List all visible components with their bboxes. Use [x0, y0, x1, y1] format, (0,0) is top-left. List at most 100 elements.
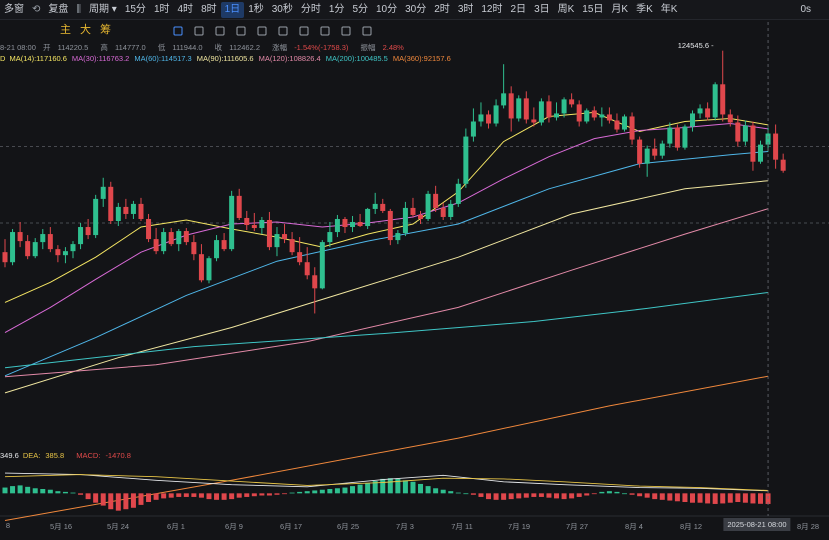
- tab-large[interactable]: 大: [80, 21, 91, 37]
- macd-bar: [569, 493, 575, 499]
- macd-bar: [108, 493, 114, 510]
- candle-body: [153, 239, 159, 252]
- candle-body: [282, 234, 288, 240]
- macd-bar: [644, 493, 650, 498]
- ohlc-close: 收 112462.2: [215, 43, 265, 52]
- x-tick-label: 7月 19: [507, 522, 531, 531]
- candle-body: [554, 113, 560, 118]
- macd-bar: [637, 493, 643, 497]
- candle-body: [538, 101, 544, 123]
- candle-body: [637, 139, 643, 164]
- candle-body: [115, 206, 121, 221]
- candle-body: [712, 84, 718, 118]
- candles: [2, 50, 786, 314]
- candle-body: [327, 232, 333, 243]
- ma-legend: D MA(14):117160.6 MA(30):116763.2 MA(60):1…: [0, 54, 456, 63]
- macd-dea: DEA: 385.8: [23, 451, 69, 460]
- macd-bar: [690, 493, 696, 503]
- macd-bar: [2, 487, 8, 494]
- candle-body: [191, 242, 197, 255]
- candle-body: [32, 242, 38, 257]
- macd-bar: [470, 493, 476, 495]
- tool-icon: [278, 26, 288, 36]
- candle-body: [206, 258, 212, 281]
- macd-bar: [350, 486, 356, 494]
- high-value: 114777.0: [114, 43, 146, 52]
- x-tick-label: 8月 4: [625, 522, 643, 531]
- macd-bar: [123, 493, 129, 510]
- macd-bar: [697, 493, 703, 503]
- macd-bar: [614, 491, 620, 494]
- macd-bar: [274, 493, 280, 495]
- candle-body: [418, 214, 424, 219]
- ma-legend-item: MA(120):108826.4: [258, 54, 321, 63]
- candle-body: [501, 93, 507, 106]
- macd-bar: [146, 493, 152, 502]
- candle-body: [198, 254, 204, 281]
- x-tick-label: 5月 24: [106, 522, 130, 531]
- candle-body: [425, 193, 431, 219]
- candle-body: [531, 119, 537, 123]
- candle-body: [350, 222, 356, 228]
- candle-body: [395, 233, 401, 241]
- macd-bar: [735, 493, 741, 502]
- macd-bar: [161, 493, 167, 499]
- macd-bar: [561, 493, 567, 500]
- macd-bar: [289, 492, 295, 494]
- macd-bar: [183, 493, 189, 497]
- macd-bar: [47, 489, 53, 494]
- candle-body: [229, 195, 235, 250]
- candle-body: [380, 203, 386, 211]
- macd-bar: [508, 493, 514, 500]
- macd-bar: [538, 493, 544, 497]
- tab-chips[interactable]: 筹: [100, 21, 111, 37]
- tab-main[interactable]: 主: [60, 21, 71, 37]
- macd-bar: [425, 486, 431, 494]
- macd-bar: [365, 483, 371, 494]
- dea-label: DEA:: [22, 451, 41, 460]
- macd-bar: [251, 493, 257, 497]
- macd-bar: [62, 491, 68, 494]
- candle-body: [682, 126, 688, 148]
- macd-bar: [516, 493, 522, 499]
- candle-body: [2, 252, 8, 263]
- macd-bar: [327, 489, 333, 494]
- macd-label: MACD:: [76, 451, 101, 460]
- ma-legend-item: MA(30):116763.2: [71, 54, 130, 63]
- drawing-toolbar: [173, 26, 372, 36]
- candle-body: [750, 125, 756, 162]
- candle-body: [523, 98, 529, 120]
- candle-body: [758, 144, 763, 162]
- candle-body: [17, 232, 23, 242]
- x-tick-label: 6月 17: [279, 522, 303, 531]
- macd-bar: [198, 493, 204, 498]
- candle-body: [780, 159, 786, 171]
- ohlc-change: 涨幅 -1.54%(-1758.3): [272, 43, 353, 52]
- tool-icon: [173, 26, 183, 36]
- macd-bar: [334, 488, 340, 494]
- candle-body: [40, 234, 46, 243]
- macd-bar: [546, 493, 552, 498]
- candle-body: [100, 186, 106, 199]
- macd-bar: [85, 493, 91, 500]
- open-label: 开: [42, 43, 51, 52]
- candle-body: [667, 127, 673, 144]
- high-label: 高: [100, 43, 108, 52]
- macd-bar: [17, 485, 23, 494]
- candle-body: [297, 252, 303, 263]
- macd-bar: [448, 491, 454, 494]
- candle-body: [10, 232, 16, 263]
- macd-bar: [357, 484, 363, 494]
- macd-bar: [501, 493, 507, 500]
- close-label: 收: [214, 43, 223, 52]
- candle-body: [130, 203, 136, 214]
- macd-bar: [266, 493, 272, 496]
- macd-bar: [554, 493, 560, 499]
- open-value: 114220.5: [57, 43, 89, 52]
- candle-body: [176, 231, 182, 245]
- x-tick-label: 7月 3: [396, 522, 414, 531]
- amp-value: 2.48%: [382, 43, 404, 52]
- x-tick-label: 7月 11: [451, 522, 473, 531]
- tool-icon: [299, 26, 309, 36]
- macd-bar: [93, 493, 99, 503]
